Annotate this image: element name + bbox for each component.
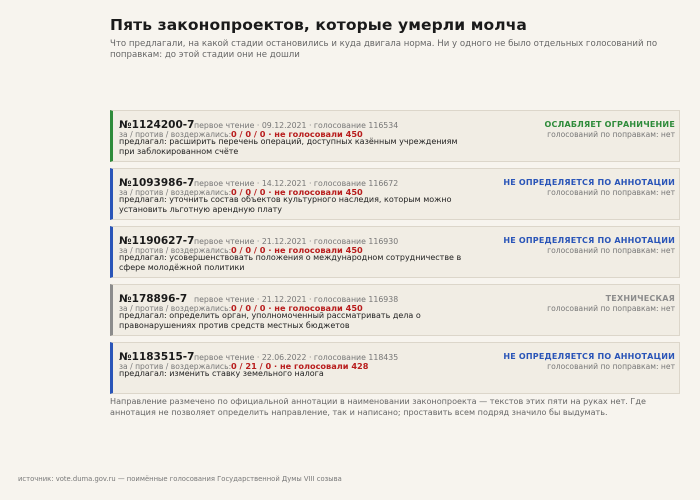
direction-label: ОСЛАБЛЯЕТ ОГРАНИЧЕНИЕ [544,120,675,129]
direction-label: НЕ ОПРЕДЕЛЯЕТСЯ ПО АННОТАЦИИ [503,236,675,245]
amendments-note: голосований по поправкам: нет [547,362,675,371]
bill-list: №1124200-7 первое чтение · 09.12.2021 · … [110,110,680,400]
bill-card: №1183515-7 первое чтение · 22.06.2022 · … [110,342,680,394]
bill-proposed: предлагал: расширить перечень операций, … [119,137,458,157]
direction-label: ТЕХНИЧЕСКАЯ [605,294,675,303]
bill-card: №1124200-7 первое чтение · 09.12.2021 · … [110,110,680,162]
footnote: Направление размечено по официальной анн… [110,396,646,417]
bill-card: №178896-7 первое чтение · 21.12.2021 · г… [110,284,680,336]
amendments-note: голосований по поправкам: нет [547,246,675,255]
direction-label: НЕ ОПРЕДЕЛЯЕТСЯ ПО АННОТАЦИИ [503,178,675,187]
bill-card: №1190627-7 первое чтение · 21.12.2021 · … [110,226,680,278]
bill-proposed: предлагал: определить орган, уполномочен… [119,311,421,331]
page-title: Пять законопроектов, которые умерли молч… [110,16,527,34]
bill-proposed: предлагал: изменить ставку земельного на… [119,369,324,378]
amendments-note: голосований по поправкам: нет [547,188,675,197]
amendments-note: голосований по поправкам: нет [547,130,675,139]
direction-label: НЕ ОПРЕДЕЛЯЕТСЯ ПО АННОТАЦИИ [503,352,675,361]
bill-proposed: предлагал: уточнить состав объектов куль… [119,195,452,215]
bill-card: №1093986-7 первое чтение · 14.12.2021 · … [110,168,680,220]
amendments-note: голосований по поправкам: нет [547,304,675,313]
bill-proposed: предлагал: усовершенствовать положения о… [119,253,462,273]
page-subtitle: Что предлагали, на какой стадии останови… [110,39,658,60]
source-note: источник: vote.duma.gov.ru — поимённые г… [18,475,342,483]
